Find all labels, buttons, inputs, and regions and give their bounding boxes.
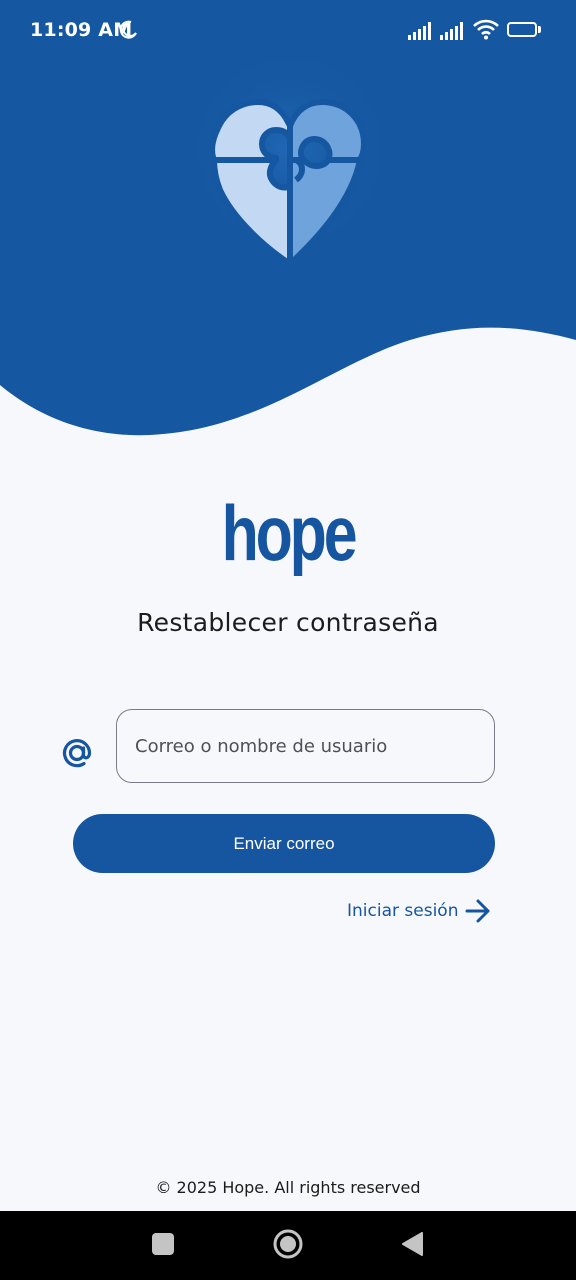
battery-icon: 90	[507, 22, 537, 37]
wifi-icon	[473, 19, 499, 40]
email-field[interactable]	[116, 709, 495, 783]
login-link[interactable]: Iniciar sesión	[347, 898, 492, 924]
battery-tip	[538, 26, 541, 33]
arrow-right-icon	[465, 899, 490, 923]
signal-icon	[440, 22, 463, 40]
system-nav-bar	[0, 1211, 576, 1280]
login-link-label: Iniciar sesión	[347, 901, 459, 921]
at-icon	[62, 739, 92, 768]
battery-percent: 90	[515, 23, 529, 34]
copyright-text: © 2025 Hope. All rights reserved	[155, 1178, 421, 1197]
back-icon[interactable]	[400, 1232, 424, 1256]
page-title: Restablecer contraseña	[137, 608, 439, 637]
brand-logo-text: hope	[221, 489, 358, 577]
home-icon[interactable]	[272, 1228, 304, 1260]
recents-icon[interactable]	[152, 1233, 174, 1255]
send-email-button[interactable]: Enviar correo	[73, 814, 495, 873]
puzzle-heart-icon	[209, 99, 367, 267]
signal-icon	[408, 22, 431, 40]
status-time: 11:09 AM	[30, 19, 133, 41]
moon-icon	[119, 20, 137, 39]
